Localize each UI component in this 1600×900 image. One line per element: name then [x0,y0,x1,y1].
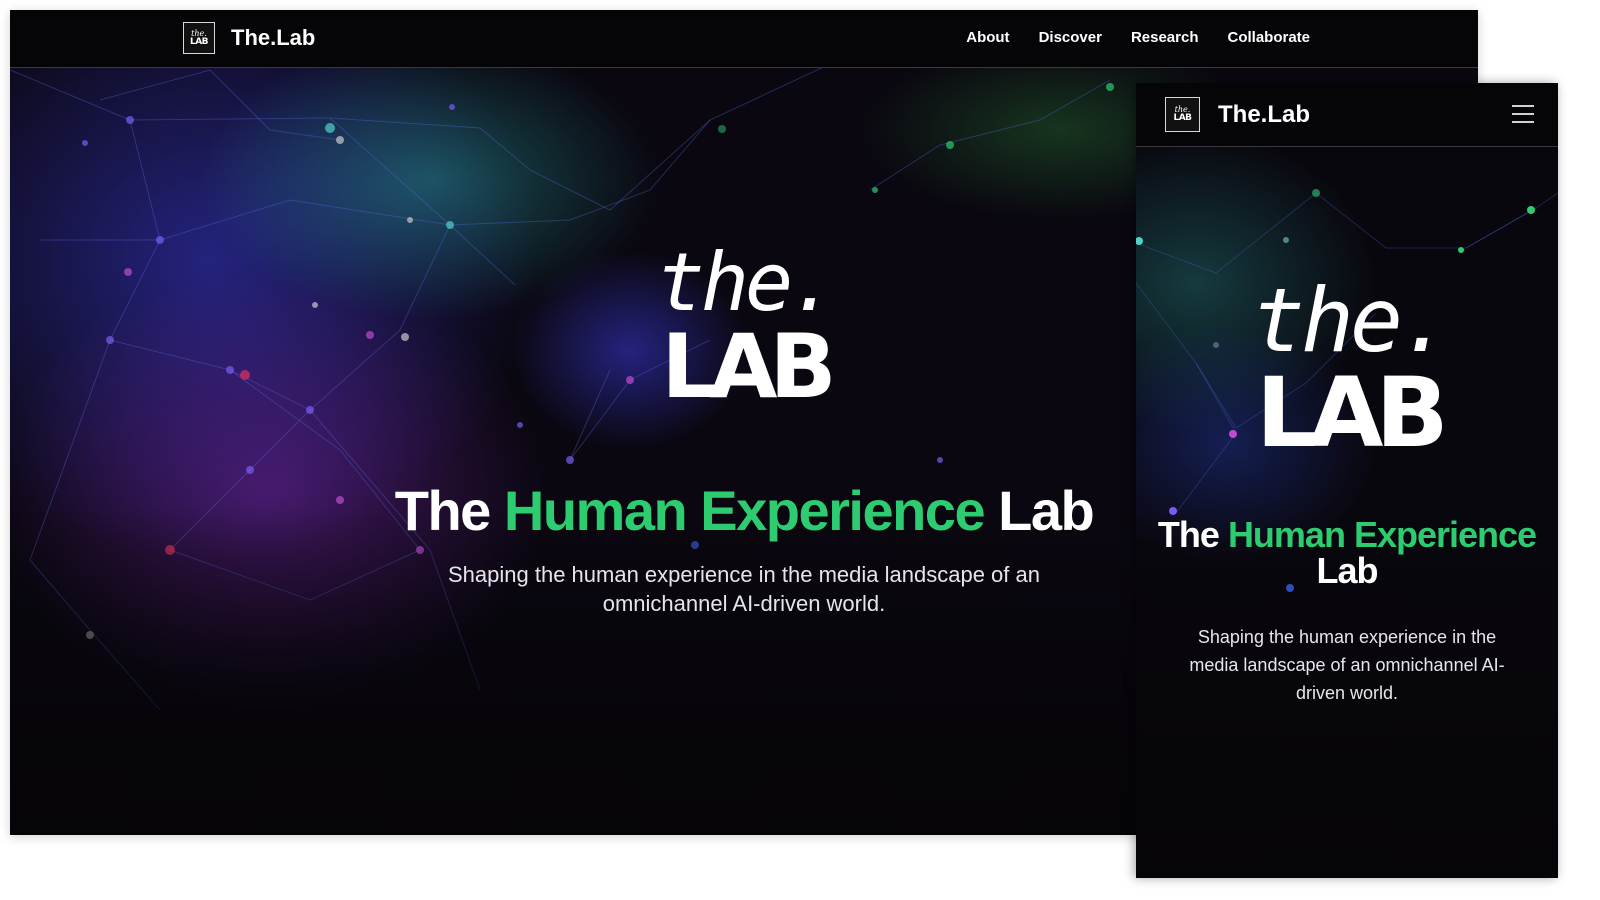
hero-logo-the: the. [656,236,838,329]
hamburger-line [1512,113,1534,115]
mobile-headline-part2: Lab [1316,550,1378,591]
mobile-hero-subline: Shaping the human experience in the medi… [1189,627,1505,703]
brand-link[interactable]: the. LAB The.Lab [183,22,315,54]
desktop-navbar: the. LAB The.Lab About Discover Research… [10,10,1478,68]
nav-link-research[interactable]: Research [1131,29,1199,46]
main-menu: About Discover Research Collaborate [966,29,1310,46]
brand-logo-icon: the. LAB [183,22,215,54]
mobile-screenshot: the. LAB The.Lab the. LAB The Human Expe… [1136,83,1558,878]
nav-link-collaborate[interactable]: Collaborate [1227,29,1310,46]
headline-part2: Lab [984,479,1095,542]
hero-subline: Shaping the human experience in the medi… [448,562,1040,616]
mobile-headline-accent: Human Experience [1227,514,1537,555]
nav-link-discover[interactable]: Discover [1039,29,1102,46]
mobile-navbar: the. LAB The.Lab [1136,83,1558,147]
mobile-logo-lab-text: LAB [1173,113,1192,123]
mobile-brand-name: The.Lab [1218,100,1311,128]
hamburger-line [1512,121,1534,123]
headline-accent: Human Experience [503,479,986,542]
hero-logo-lab: LAB [661,315,836,418]
brand-name: The.Lab [231,25,316,50]
mobile-brand-link[interactable]: the. LAB The.Lab [1165,97,1310,132]
mobile-brand-logo-icon: the. LAB [1165,97,1200,132]
mobile-hero-logo-lab: LAB [1256,357,1449,469]
mobile-hero-logo-the: the. [1252,269,1452,372]
mobile-hero-logo: the. LAB [1252,269,1452,469]
headline-part1: The [394,479,504,542]
hero-logo: the. LAB [655,236,838,418]
hamburger-line [1512,105,1534,107]
nav-link-about[interactable]: About [966,29,1009,46]
mobile-hero-section: the. LAB The Human Experience Lab Shaping… [1136,147,1558,878]
logo-lab-text: LAB [189,36,209,47]
mobile-headline-part1: The [1157,514,1228,555]
mobile-hero-headline: The Human Experience Lab [1136,517,1558,589]
hamburger-icon[interactable] [1512,105,1534,123]
